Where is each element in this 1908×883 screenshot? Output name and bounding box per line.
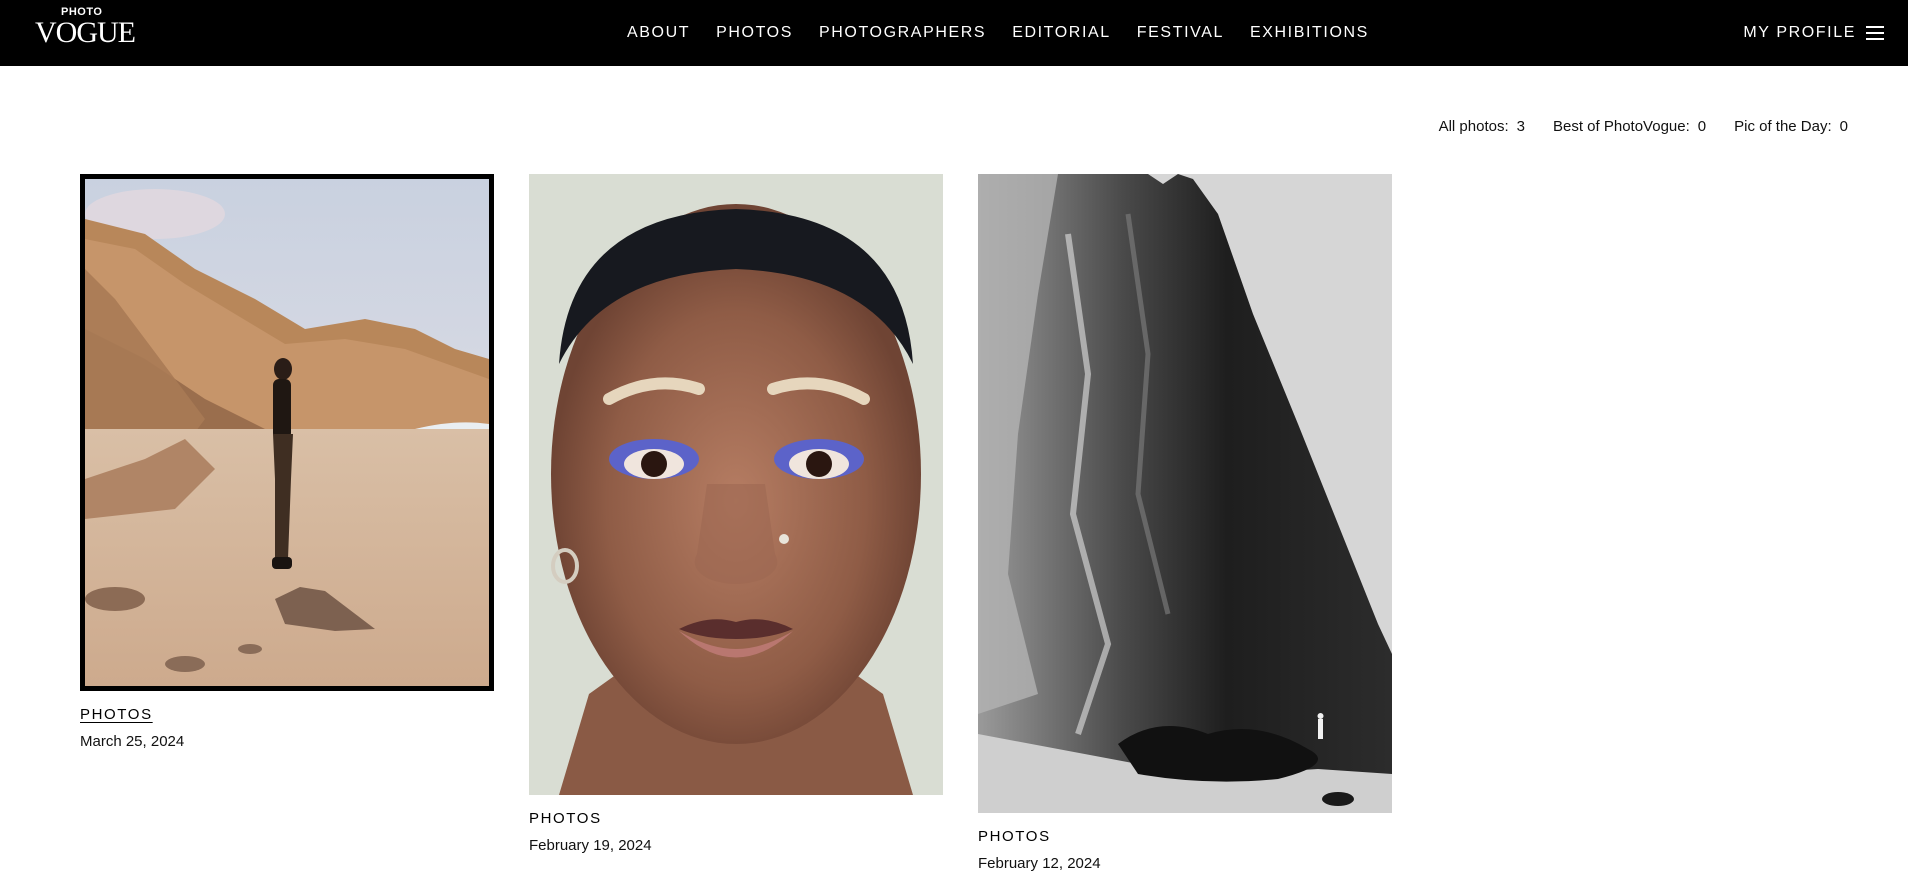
nav-item-editorial[interactable]: EDITORIAL	[1012, 24, 1111, 42]
photo-date: March 25, 2024	[80, 733, 185, 750]
my-profile-button[interactable]: MY PROFILE	[1743, 0, 1884, 66]
counter-value: 0	[1697, 118, 1707, 135]
counter-value: 0	[1839, 118, 1848, 135]
counter-pic-of-the-day[interactable]: Pic of the Day: 0	[1734, 118, 1848, 135]
counter-all-photos[interactable]: All photos: 3	[1439, 118, 1525, 135]
counter-label: All photos:	[1438, 118, 1509, 135]
counter-value: 3	[1516, 118, 1525, 135]
my-profile-label: MY PROFILE	[1743, 24, 1856, 41]
photo-thumbnail-rock[interactable]	[978, 174, 1392, 813]
main-nav: ABOUT PHOTOS PHOTOGRAPHERS EDITORIAL FES…	[627, 0, 1369, 66]
counter-label: Pic of the Day:	[1734, 118, 1832, 135]
photo-category[interactable]: PHOTOS	[978, 828, 1051, 845]
counter-best-of-photovogue[interactable]: Best of PhotoVogue: 0	[1553, 118, 1706, 135]
nav-item-exhibitions[interactable]: EXHIBITIONS	[1250, 24, 1369, 42]
photovogue-logo[interactable]: PHOTO VOGUE	[35, 5, 136, 49]
photo-thumbnail-portrait[interactable]	[529, 174, 943, 795]
hamburger-icon[interactable]	[1866, 26, 1884, 40]
photo-category[interactable]: PHOTOS	[529, 810, 602, 827]
photo-category-link[interactable]: PHOTOS	[80, 706, 153, 723]
counter-label: Best of PhotoVogue:	[1552, 118, 1690, 135]
photo-card: PHOTOS February 19, 2024	[529, 174, 943, 864]
logo-big-text: VOGUE	[35, 16, 136, 49]
nav-item-photos[interactable]: PHOTOS	[716, 24, 793, 42]
photo-date: February 12, 2024	[978, 855, 1101, 872]
photo-date: February 19, 2024	[529, 837, 652, 854]
photo-card: PHOTOS February 12, 2024	[978, 174, 1392, 879]
photo-counters: All photos: 3 Best of PhotoVogue: 0 Pic …	[1439, 118, 1848, 135]
photo-thumbnail-beach[interactable]	[80, 174, 494, 691]
photo-card: PHOTOS March 25, 2024	[80, 174, 494, 754]
nav-item-photographers[interactable]: PHOTOGRAPHERS	[819, 24, 986, 42]
nav-item-about[interactable]: ABOUT	[627, 24, 690, 42]
nav-item-festival[interactable]: FESTIVAL	[1137, 24, 1224, 42]
top-navigation-bar: PHOTO VOGUE ABOUT PHOTOS PHOTOGRAPHERS E…	[0, 0, 1908, 66]
